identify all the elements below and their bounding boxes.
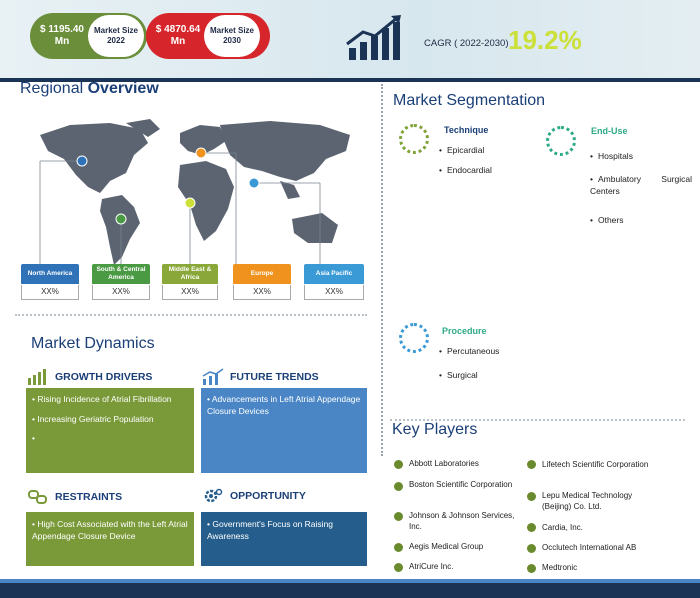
player-name: Johnson & Johnson Services, Inc. <box>409 511 515 531</box>
player-name: Lepu Medical Technology (Beijing) Co. Lt… <box>542 491 633 511</box>
market-size-2030-badge: $ 4870.64 Mn Market Size 2030 <box>146 13 270 59</box>
end-use-icon <box>546 126 576 156</box>
growth-drivers-heading: GROWTH DRIVERS <box>27 368 152 386</box>
growth-chart-icon <box>346 15 401 60</box>
future-trends-box: Advancements in Left Atrial Appendage Cl… <box>201 388 367 473</box>
future-trend-item: Advancements in Left Atrial Appendage Cl… <box>207 394 361 417</box>
region-north-america-value: XX% <box>21 285 79 300</box>
title-part: Market <box>31 335 85 352</box>
market-dynamics-title: Market Dynamics <box>31 335 155 353</box>
player-name: Boston Scientific Corporation <box>409 480 513 489</box>
growth-driver-item: Increasing Geriatric Population <box>32 414 188 426</box>
procedure-item: Percutaneous <box>439 345 499 357</box>
end-use-item: Ambulatory Surgical Centers <box>590 173 692 197</box>
player-bullet <box>527 492 536 501</box>
player-bullet <box>394 482 403 491</box>
technique-item: Epicardial <box>439 144 484 156</box>
region-asia-pacific-value: XX% <box>304 285 364 300</box>
cagr-label: CAGR ( 2022-2030) <box>424 38 509 49</box>
growth-drivers-title: GROWTH DRIVERS <box>55 371 153 383</box>
player-bullet <box>394 543 403 552</box>
market-segmentation-title: Market Segmentation <box>393 92 545 110</box>
section-divider <box>15 314 367 316</box>
restraints-box: High Cost Associated with the Left Atria… <box>26 512 194 566</box>
chain-link-icon <box>28 490 47 504</box>
title-part: Regional <box>20 80 88 97</box>
future-trends-title: FUTURE TRENDS <box>230 371 319 383</box>
player-bullet <box>394 563 403 572</box>
procedure-item: Surgical <box>439 369 478 381</box>
market-size-2022-badge: $ 1195.40 Mn Market Size 2022 <box>30 13 147 59</box>
player-bullet <box>394 512 403 521</box>
technique-icon <box>399 124 429 154</box>
player-bullet <box>527 564 536 573</box>
opportunity-title: OPPORTUNITY <box>230 490 306 502</box>
gear-icon <box>204 488 223 503</box>
bar-chart-icon <box>28 369 46 385</box>
market-size-2030-value: $ 4870.64 Mn <box>155 24 201 47</box>
player-name: AtriCure Inc. <box>409 562 454 571</box>
market-size-2030-label: Market Size 2030 <box>204 15 260 57</box>
procedure-icon <box>399 323 429 353</box>
title-part-bold: Segmentation <box>446 92 546 109</box>
growth-driver-item <box>32 433 188 445</box>
opportunity-heading: OPPORTUNITY <box>202 487 306 505</box>
region-middle-east-africa-label: Middle East & Africa <box>162 264 218 284</box>
player-name: Lifetech Scientific Corporation <box>542 460 649 469</box>
world-map <box>39 119 350 265</box>
opportunity-item: Government's Focus on Raising Awareness <box>207 519 361 542</box>
end-use-item: Hospitals <box>590 150 633 162</box>
title-part-bold: Overview <box>87 80 159 97</box>
player-name: Cardia, Inc. <box>542 523 583 532</box>
player-bullet <box>527 544 536 553</box>
region-europe-label: Europe <box>233 264 291 284</box>
growth-driver-item: Rising Incidence of Atrial Fibrillation <box>32 394 188 406</box>
region-asia-pacific-label: Asia Pacific <box>304 264 364 284</box>
region-south-central-america-value: XX% <box>92 285 150 300</box>
player-name: Occlutech International AB <box>542 543 637 552</box>
growth-drivers-box: Rising Incidence of Atrial Fibrillation … <box>26 388 194 473</box>
region-europe-value: XX% <box>233 285 291 300</box>
vertical-divider <box>381 84 383 456</box>
key-players-title: Key Players <box>392 421 478 438</box>
title-part: Market <box>393 92 447 109</box>
restraints-heading: RESTRAINTS <box>27 488 122 506</box>
end-use-item: Others <box>590 214 624 226</box>
cagr-value: 19.2% <box>508 25 582 55</box>
restraint-item: High Cost Associated with the Left Atria… <box>32 519 188 542</box>
region-middle-east-africa-value: XX% <box>162 285 218 300</box>
player-bullet <box>527 523 536 532</box>
player-name: Abbott Laboratories <box>409 459 479 468</box>
footer-bar <box>0 583 700 598</box>
regional-overview-title: Regional Overview <box>20 80 159 98</box>
procedure-title: Procedure <box>442 326 487 336</box>
future-trends-heading: FUTURE TRENDS <box>202 368 319 386</box>
restraints-title: RESTRAINTS <box>55 491 123 503</box>
region-north-america-label: North America <box>21 264 79 284</box>
opportunity-box: Government's Focus on Raising Awareness <box>201 512 367 566</box>
region-south-central-america-label: South & Central America <box>92 264 150 284</box>
market-size-2022-label: Market Size 2022 <box>88 15 144 57</box>
technique-item: Endocardial <box>439 164 492 176</box>
title-part-bold: Dynamics <box>84 335 155 352</box>
end-use-title: End-Use <box>591 126 628 136</box>
player-name: Medtronic <box>542 563 578 572</box>
player-bullet <box>527 460 536 469</box>
technique-title: Technique <box>444 125 489 135</box>
trend-chart-icon <box>202 368 224 385</box>
market-size-2022-value: $ 1195.40 Mn <box>40 24 84 47</box>
player-name: Aegis Medical Group <box>409 542 484 551</box>
player-bullet <box>394 460 403 469</box>
